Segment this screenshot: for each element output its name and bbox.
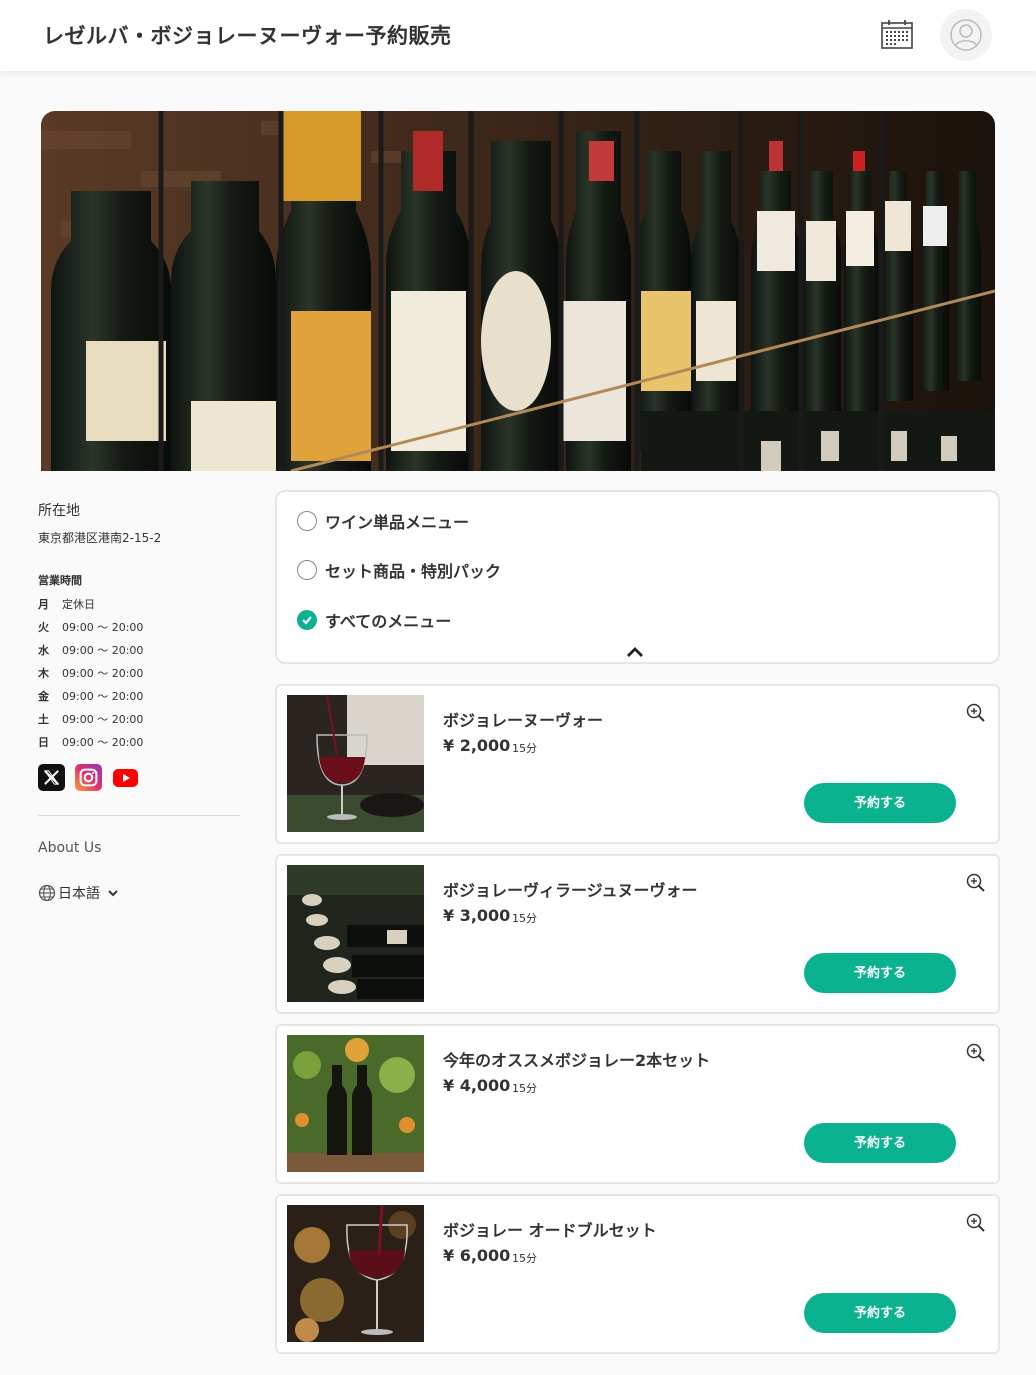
product-image-red-wine-glass (287, 695, 424, 832)
day-label: 日 (38, 736, 49, 749)
radio-unchecked-icon (297, 560, 317, 580)
hours-time: 定休日 (62, 598, 95, 611)
day-label: 木 (38, 667, 49, 680)
menu-item-card[interactable]: ボジョレーヌーヴォー ¥ 2,000 15分 予約する (275, 684, 1000, 844)
language-label: 日本語 (58, 886, 100, 902)
social-links (38, 764, 240, 791)
reserve-button[interactable]: 予約する (804, 783, 956, 823)
product-image-two-bottles (287, 1035, 424, 1172)
radio-checked-icon (297, 610, 317, 630)
user-avatar-icon[interactable] (940, 9, 992, 61)
reserve-button[interactable]: 予約する (804, 1293, 956, 1333)
hours-time: 09:00 〜 20:00 (62, 621, 144, 634)
x-icon[interactable] (38, 764, 65, 791)
menu-item-price: ¥ 2,000 (443, 736, 511, 755)
hours-row: 火 09:00 〜 20:00 (38, 616, 240, 639)
menu-item-price: ¥ 3,000 (443, 906, 511, 925)
menu-item-card[interactable]: ボジョレーヴィラージュヌーヴォー ¥ 3,000 15分 予約する (275, 854, 1000, 1014)
menu-item-price: ¥ 4,000 (443, 1076, 511, 1095)
radio-unchecked-icon (297, 511, 317, 531)
menu-item-name: ボジョレー オードブルセット (443, 1221, 657, 1240)
address: 東京都港区港南2-15-2 (38, 531, 162, 545)
store-info-sidebar: 所在地 東京都港区港南2-15-2 営業時間 月定休日 火 09:00 〜 20:… (38, 500, 240, 903)
divider (38, 815, 240, 816)
menu-item-card[interactable]: ボジョレー オードブルセット ¥ 6,000 15分 予約する (275, 1194, 1000, 1354)
hours-row: 水 09:00 〜 20:00 (38, 639, 240, 662)
zoom-in-icon[interactable] (965, 872, 987, 894)
about-us-link[interactable]: About Us (38, 840, 240, 856)
menu-item-duration: 15分 (512, 912, 537, 925)
menu-item-price: ¥ 6,000 (443, 1246, 511, 1265)
youtube-icon[interactable] (112, 764, 139, 791)
menu-item-name: ボジョレーヴィラージュヌーヴォー (443, 881, 698, 900)
zoom-in-icon[interactable] (965, 1042, 987, 1064)
filter-option-single-wine[interactable]: ワイン単品メニュー (297, 509, 469, 533)
calendar-icon[interactable] (880, 18, 914, 50)
hours-label: 営業時間 (38, 574, 82, 587)
day-label: 金 (38, 690, 49, 703)
menu-item-name: 今年のオススメボジョレー2本セット (443, 1051, 711, 1070)
zoom-in-icon[interactable] (965, 1212, 987, 1234)
hours-time: 09:00 〜 20:00 (62, 667, 144, 680)
app-header: レゼルバ・ボジョレーヌーヴォー予約販売 (0, 0, 1036, 71)
instagram-icon[interactable] (75, 764, 102, 791)
menu-item-duration: 15分 (512, 1252, 537, 1265)
menu-filter-panel: ワイン単品メニュー セット商品・特別パック すべてのメニュー (275, 490, 1000, 664)
menu-item-duration: 15分 (512, 1082, 537, 1095)
filter-option-label: すべてのメニュー (325, 612, 452, 631)
hours-row: 月定休日 (38, 593, 240, 616)
hours-time: 09:00 〜 20:00 (62, 713, 144, 726)
chevron-down-icon (108, 890, 118, 897)
menu-item-card[interactable]: 今年のオススメボジョレー2本セット ¥ 4,000 15分 予約する (275, 1024, 1000, 1184)
day-label: 火 (38, 621, 49, 634)
product-image-bottle-rack (287, 865, 424, 1002)
hours-time: 09:00 〜 20:00 (62, 736, 144, 749)
filter-option-label: セット商品・特別パック (325, 562, 502, 581)
zoom-in-icon[interactable] (965, 702, 987, 724)
day-label: 土 (38, 713, 49, 726)
filter-option-all-menu[interactable]: すべてのメニュー (297, 608, 451, 632)
hours-row: 木 09:00 〜 20:00 (38, 662, 240, 685)
language-selector[interactable]: 日本語 (38, 883, 240, 903)
business-hours: 月定休日 火 09:00 〜 20:00 水 09:00 〜 20:00 木 09:0… (38, 593, 240, 754)
location-label: 所在地 (38, 503, 80, 519)
filter-option-label: ワイン単品メニュー (325, 513, 470, 532)
hours-row: 金 09:00 〜 20:00 (38, 685, 240, 708)
hours-time: 09:00 〜 20:00 (62, 644, 144, 657)
hours-row: 土 09:00 〜 20:00 (38, 708, 240, 731)
menu-item-duration: 15分 (512, 742, 537, 755)
day-label: 水 (38, 644, 49, 657)
page-title: レゼルバ・ボジョレーヌーヴォー予約販売 (43, 24, 452, 48)
globe-icon (38, 884, 56, 902)
reserve-button[interactable]: 予約する (804, 953, 956, 993)
day-label: 月 (38, 598, 49, 611)
filter-option-set-products[interactable]: セット商品・特別パック (297, 558, 501, 582)
hero-image-wine-bottles (41, 111, 995, 471)
product-image-hors-doeuvre (287, 1205, 424, 1342)
hours-time: 09:00 〜 20:00 (62, 690, 144, 703)
reserve-button[interactable]: 予約する (804, 1123, 956, 1163)
hours-row: 日 09:00 〜 20:00 (38, 731, 240, 754)
chevron-up-icon[interactable] (625, 644, 645, 663)
menu-item-name: ボジョレーヌーヴォー (443, 711, 604, 730)
